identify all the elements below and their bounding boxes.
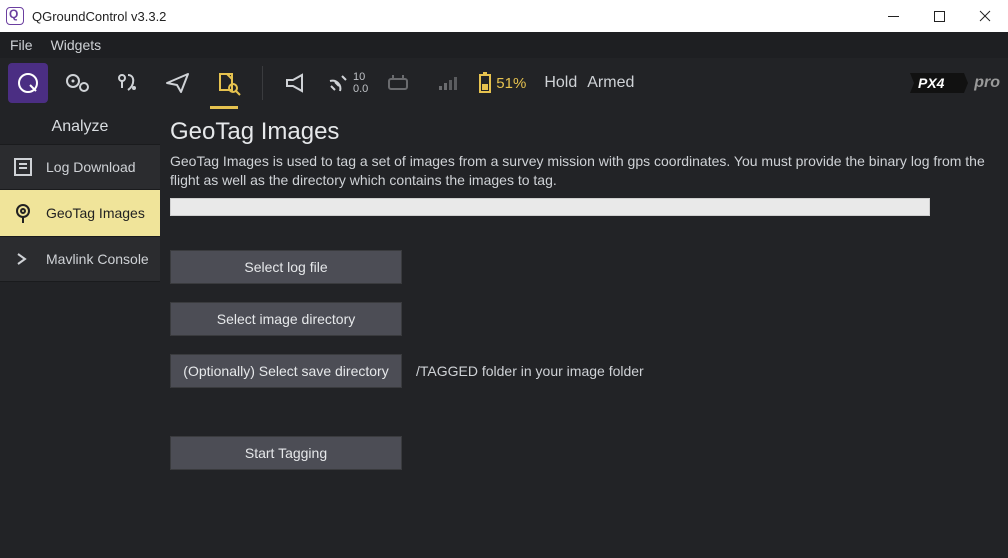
save-directory-hint: /TAGGED folder in your image folder — [416, 363, 644, 379]
maximize-button[interactable] — [916, 0, 962, 32]
flight-mode[interactable]: Hold — [544, 74, 577, 92]
sidebar-item-mavlink-console[interactable]: Mavlink Console — [0, 236, 160, 282]
sidebar-title: Analyze — [0, 108, 160, 144]
megaphone-icon — [284, 73, 310, 93]
app-menu-button[interactable] — [8, 63, 48, 103]
minimize-icon — [888, 11, 899, 22]
log-download-icon — [10, 154, 36, 180]
sidebar-item-label: Mavlink Console — [46, 251, 149, 267]
sidebar-item-geotag-images[interactable]: GeoTag Images — [0, 190, 160, 236]
menu-file[interactable]: File — [10, 37, 33, 53]
gps-status: 10 0.0 — [327, 71, 368, 95]
content-area: Analyze Log Download GeoTag Images Mavli… — [0, 108, 1008, 558]
brand-area: PX4 pro — [910, 71, 1000, 95]
waypoint-icon — [115, 70, 141, 96]
gps-sat-count: 10 — [353, 71, 368, 83]
select-log-file-button[interactable]: Select log file — [170, 250, 402, 284]
sidebar-item-log-download[interactable]: Log Download — [0, 144, 160, 190]
sidebar-item-label: GeoTag Images — [46, 205, 145, 221]
progress-bar — [170, 198, 930, 216]
paper-plane-icon — [164, 70, 192, 96]
sidebar-item-label: Log Download — [46, 159, 136, 175]
maximize-icon — [934, 11, 945, 22]
px4-logo: PX4 — [910, 71, 968, 95]
app-icon — [6, 7, 24, 25]
close-icon — [979, 10, 991, 22]
analyze-icon — [215, 70, 241, 96]
window-controls — [870, 0, 1008, 32]
menu-widgets[interactable]: Widgets — [51, 37, 102, 53]
signal-icon — [438, 75, 458, 91]
settings-button[interactable] — [58, 63, 98, 103]
svg-text:PX4: PX4 — [918, 75, 945, 91]
page-heading: GeoTag Images — [170, 118, 986, 146]
select-save-directory-button[interactable]: (Optionally) Select save directory — [170, 354, 402, 388]
close-button[interactable] — [962, 0, 1008, 32]
gps-metrics: 10 0.0 — [353, 71, 368, 95]
toolbar: 10 0.0 51% Hold Armed PX4 pro — [0, 58, 1008, 108]
brand-suffix: pro — [974, 74, 1000, 92]
battery-status: 51% — [478, 72, 526, 94]
geotag-icon — [10, 200, 36, 226]
analyze-button[interactable] — [208, 63, 248, 103]
telemetry-status — [428, 63, 468, 103]
satellite-icon — [327, 72, 349, 94]
window-titlebar: QGroundControl v3.3.2 — [0, 0, 1008, 32]
battery-percent: 51% — [496, 75, 526, 92]
armed-state[interactable]: Armed — [587, 74, 634, 92]
rc-status — [378, 63, 418, 103]
plan-button[interactable] — [108, 63, 148, 103]
fly-button[interactable] — [158, 63, 198, 103]
battery-icon — [478, 72, 492, 94]
start-tagging-button[interactable]: Start Tagging — [170, 436, 402, 470]
toolbar-divider — [262, 66, 263, 100]
qgc-icon — [16, 71, 40, 95]
gps-hdop: 0.0 — [353, 83, 368, 95]
window-title: QGroundControl v3.3.2 — [32, 9, 166, 24]
gears-icon — [64, 72, 92, 94]
console-icon — [10, 246, 36, 272]
main-panel: GeoTag Images GeoTag Images is used to t… — [160, 108, 1008, 558]
sidebar: Analyze Log Download GeoTag Images Mavli… — [0, 108, 160, 558]
menubar: File Widgets — [0, 32, 1008, 58]
minimize-button[interactable] — [870, 0, 916, 32]
page-description: GeoTag Images is used to tag a set of im… — [170, 152, 986, 190]
select-image-directory-button[interactable]: Select image directory — [170, 302, 402, 336]
rc-icon — [387, 75, 409, 91]
announcement-button[interactable] — [277, 63, 317, 103]
